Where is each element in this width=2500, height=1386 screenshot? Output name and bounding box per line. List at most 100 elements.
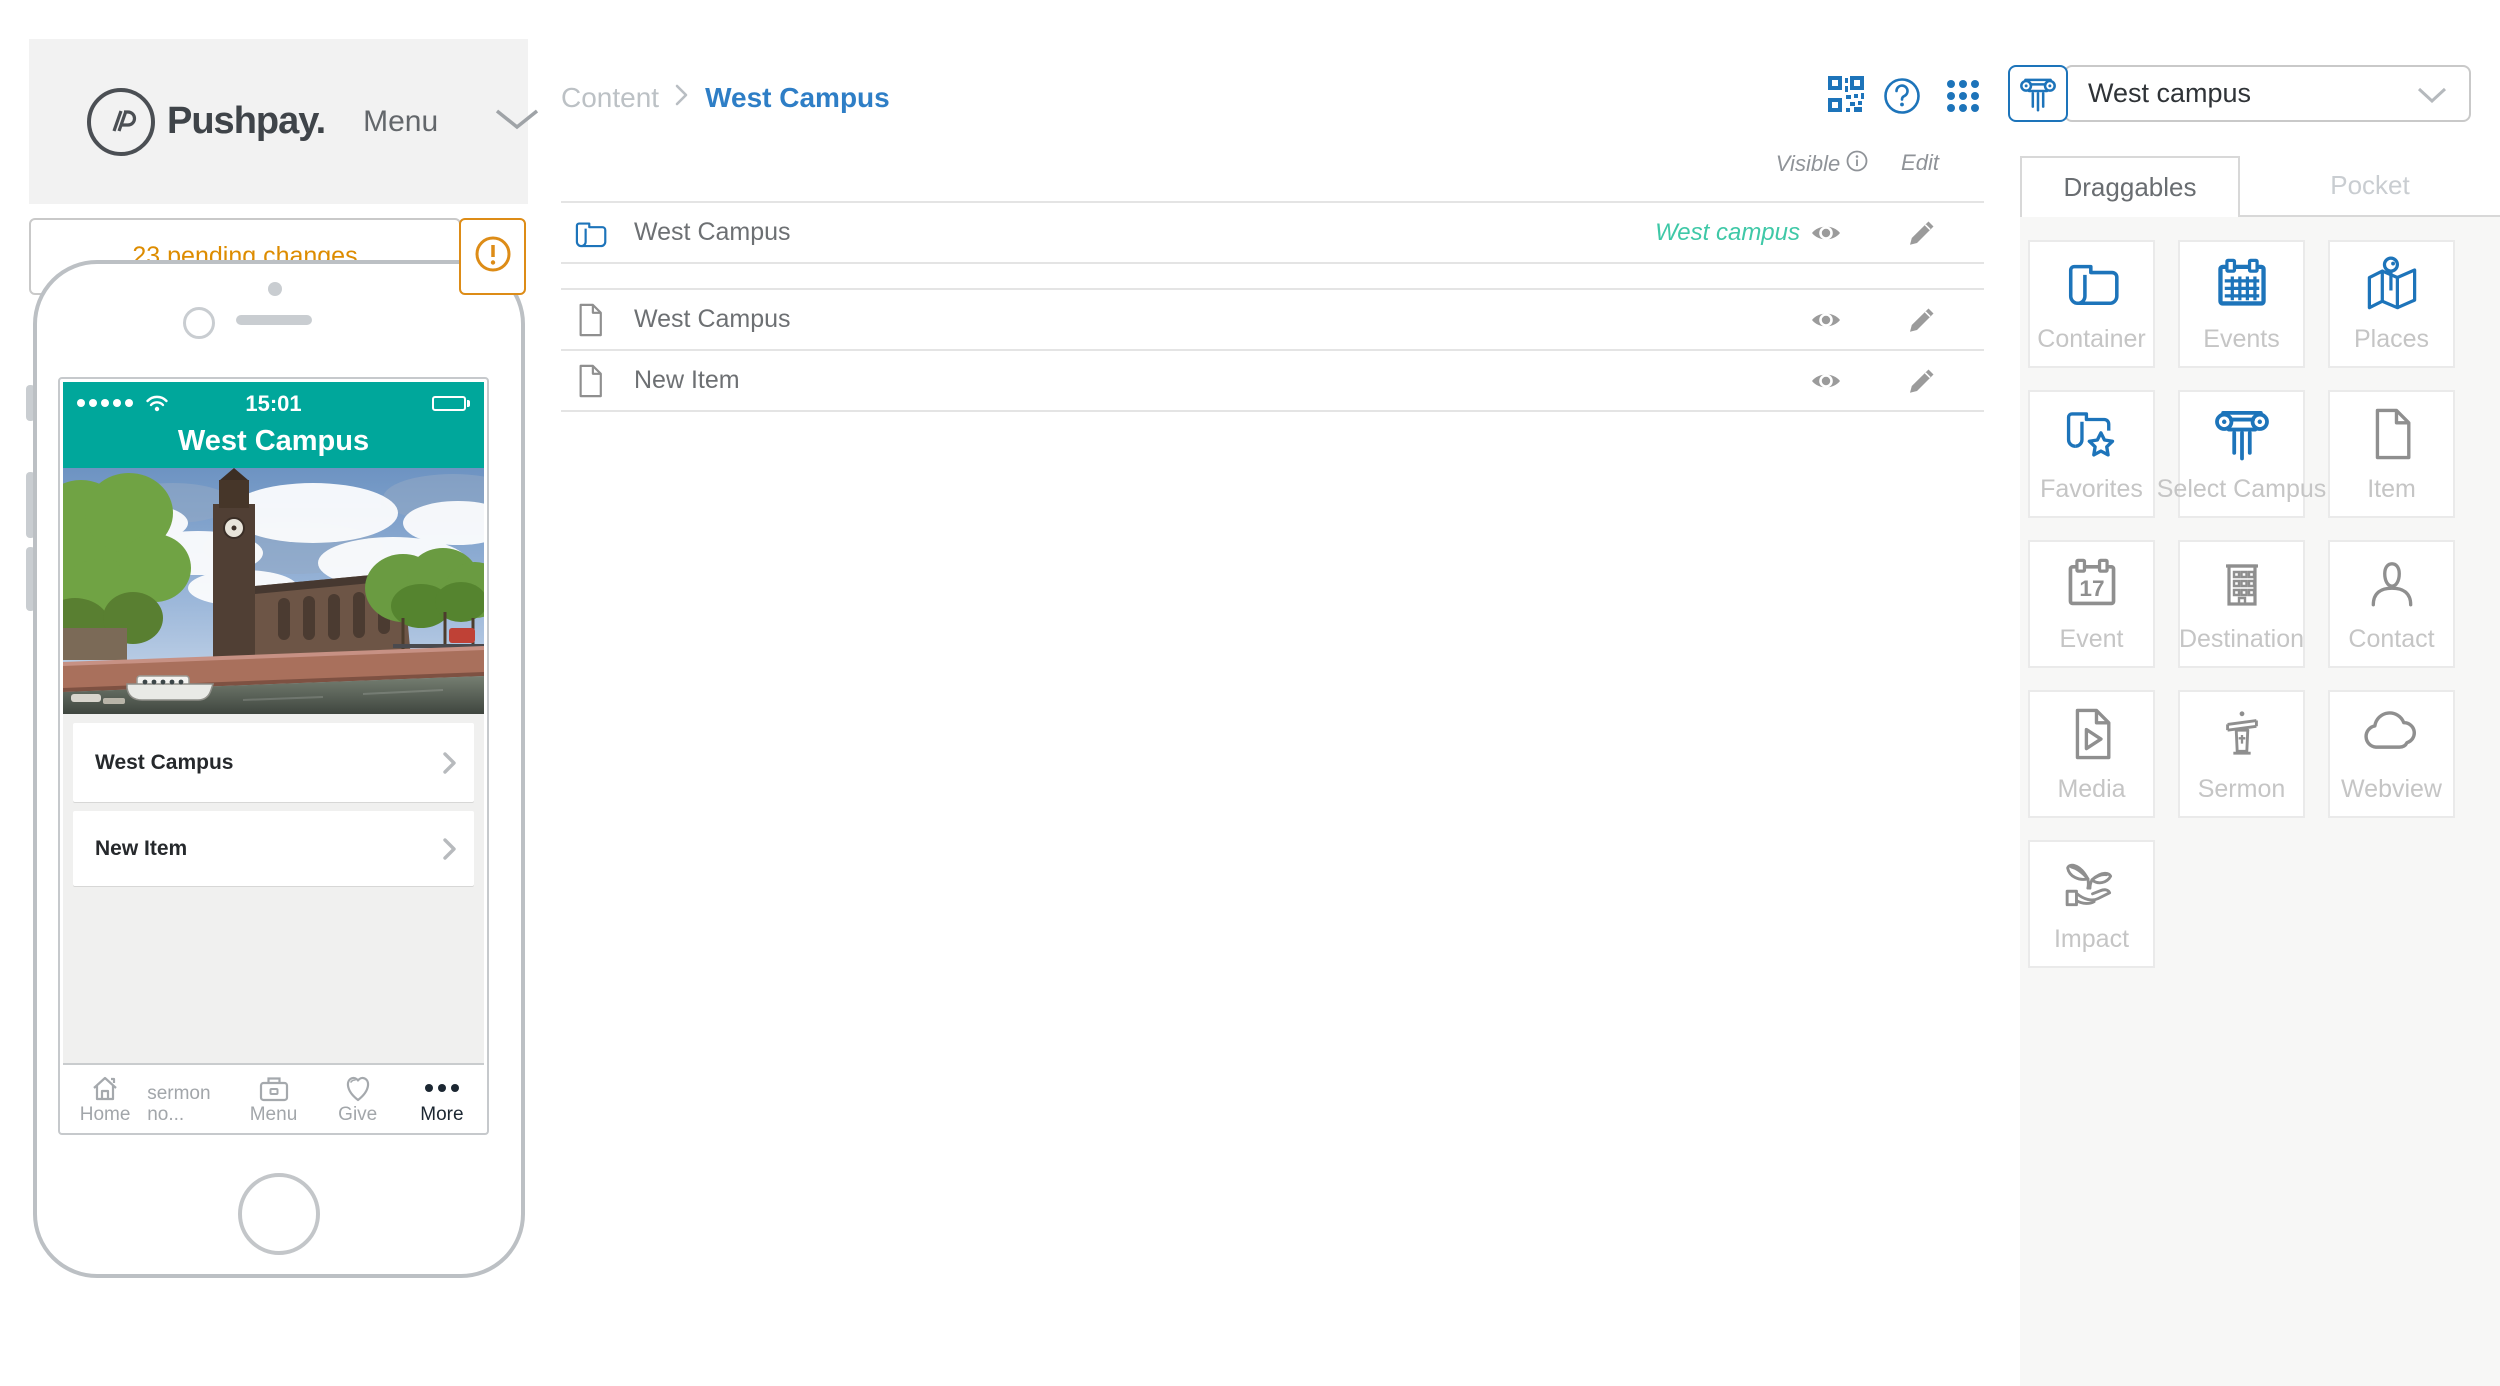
draggable-label: Media bbox=[2057, 775, 2126, 803]
ellipsis-icon bbox=[424, 1072, 460, 1104]
app-list-item[interactable]: New Item bbox=[73, 811, 474, 886]
briefcase-icon bbox=[257, 1072, 291, 1104]
app-header: 15:01 West Campus bbox=[63, 382, 484, 468]
pushpay-logo-icon bbox=[87, 87, 155, 156]
hand-leaves-icon bbox=[2030, 856, 2153, 912]
draggable-item[interactable]: Item bbox=[2328, 390, 2455, 518]
app-list-item[interactable]: West Campus bbox=[73, 723, 474, 802]
draggable-places[interactable]: Places bbox=[2328, 240, 2455, 368]
tab-draggables[interactable]: Draggables bbox=[2020, 156, 2240, 217]
tab-menu[interactable]: Menu bbox=[231, 1065, 315, 1130]
content-row-item[interactable]: New Item bbox=[561, 349, 1984, 410]
brand-menu-bar[interactable]: Pushpay. Menu bbox=[29, 39, 539, 204]
draggable-destination[interactable]: Destination bbox=[2178, 540, 2305, 668]
visible-header-label: Visible bbox=[1775, 151, 1841, 176]
content-row-folder[interactable]: West Campus West campus bbox=[561, 203, 1984, 262]
pending-alert-button[interactable] bbox=[459, 218, 526, 295]
tab-label: Give bbox=[338, 1104, 378, 1125]
app-grid-icon[interactable] bbox=[1946, 79, 1980, 118]
content-group: West Campus New Item bbox=[561, 288, 1984, 412]
draggable-label: Places bbox=[2353, 325, 2430, 353]
draggable-label: Select Campus bbox=[2156, 475, 2327, 503]
status-time: 15:01 bbox=[245, 391, 302, 416]
breadcrumb-content-link[interactable]: Content bbox=[561, 82, 659, 114]
tab-sermon-notes[interactable]: sermon no... bbox=[147, 1065, 231, 1130]
map-pin-icon bbox=[2330, 256, 2453, 312]
content-row-label: West Campus bbox=[634, 305, 791, 333]
campus-tag: West campus bbox=[1655, 218, 1800, 246]
building-icon bbox=[2180, 556, 2303, 610]
media-file-icon bbox=[2030, 706, 2153, 762]
folder-star-icon bbox=[2030, 406, 2153, 462]
tab-label: Draggables bbox=[2063, 172, 2197, 202]
calendar-day-icon: 17 bbox=[2030, 556, 2153, 610]
folder-icon bbox=[2030, 256, 2153, 308]
calendar-grid-icon bbox=[2180, 256, 2303, 310]
draggable-container[interactable]: Container bbox=[2028, 240, 2155, 368]
breadcrumb: Content West Campus bbox=[561, 82, 890, 114]
file-icon bbox=[2330, 406, 2453, 462]
info-icon[interactable] bbox=[1846, 150, 1868, 178]
app-content: West Campus New Item bbox=[63, 714, 484, 1063]
tab-pocket[interactable]: Pocket bbox=[2240, 156, 2500, 217]
chevron-right-icon bbox=[443, 751, 456, 774]
content-row-label: New Item bbox=[634, 366, 740, 394]
draggable-label: Sermon bbox=[2197, 775, 2286, 803]
visibility-eye-icon[interactable] bbox=[1810, 222, 1842, 249]
draggable-label: Impact bbox=[2053, 925, 2130, 953]
draggable-label: Favorites bbox=[2040, 475, 2143, 503]
file-icon bbox=[572, 363, 608, 399]
phone-camera-dot bbox=[268, 282, 282, 296]
draggable-impact[interactable]: Impact bbox=[2028, 840, 2155, 968]
draggable-label: Container bbox=[2037, 325, 2146, 353]
tab-label: Home bbox=[79, 1104, 131, 1125]
edit-header-label: Edit bbox=[1901, 150, 1939, 175]
draggable-media[interactable]: Media bbox=[2028, 690, 2155, 818]
draggables-grid: Container Events Places Favorites Select… bbox=[2028, 240, 2455, 968]
phone-home-button bbox=[238, 1173, 320, 1255]
status-bar: 15:01 bbox=[63, 382, 484, 416]
edit-pencil-icon[interactable] bbox=[1908, 367, 1936, 400]
draggable-favorites[interactable]: Favorites bbox=[2028, 390, 2155, 518]
content-row-item[interactable]: West Campus bbox=[561, 290, 1984, 349]
visibility-eye-icon[interactable] bbox=[1810, 309, 1842, 336]
person-icon bbox=[2330, 556, 2453, 610]
draggable-events[interactable]: Events bbox=[2178, 240, 2305, 368]
file-icon bbox=[572, 302, 608, 338]
draggable-contact[interactable]: Contact bbox=[2328, 540, 2455, 668]
edit-pencil-icon[interactable] bbox=[1908, 219, 1936, 252]
tab-give[interactable]: Give bbox=[316, 1065, 400, 1130]
column-icon bbox=[2180, 406, 2303, 462]
app-title: West Campus bbox=[177, 425, 370, 457]
tab-home[interactable]: Home bbox=[63, 1065, 147, 1130]
content-row-label: West Campus bbox=[634, 218, 791, 246]
content-group: West Campus West campus bbox=[561, 201, 1984, 264]
draggable-label: Event bbox=[2059, 625, 2124, 653]
pushpay-content-manager: Pushpay. Menu 23 pending changes 15:01 W… bbox=[0, 0, 2500, 1386]
help-icon[interactable] bbox=[1882, 76, 1922, 121]
menu-label[interactable]: Menu bbox=[363, 105, 438, 139]
draggables-body: Container Events Places Favorites Select… bbox=[2020, 217, 2500, 1386]
tab-label: More bbox=[420, 1104, 464, 1125]
tab-label: sermon no... bbox=[147, 1083, 211, 1125]
draggable-sermon[interactable]: Sermon bbox=[2178, 690, 2305, 818]
chevron-right-icon bbox=[443, 837, 456, 860]
heart-icon bbox=[342, 1072, 374, 1104]
cloud-icon bbox=[2330, 706, 2453, 754]
tab-label: Pocket bbox=[2330, 170, 2410, 200]
edit-column-header: Edit bbox=[1880, 150, 1960, 176]
draggable-webview[interactable]: Webview bbox=[2328, 690, 2455, 818]
edit-pencil-icon[interactable] bbox=[1908, 306, 1936, 339]
visibility-eye-icon[interactable] bbox=[1810, 370, 1842, 397]
phone-front-camera bbox=[183, 307, 215, 339]
chevron-down-icon[interactable] bbox=[494, 108, 540, 135]
tab-more[interactable]: More bbox=[400, 1065, 484, 1130]
breadcrumb-current-page: West Campus bbox=[705, 82, 890, 113]
folder-icon bbox=[572, 217, 608, 249]
qr-code-button[interactable] bbox=[1828, 76, 1864, 117]
pulpit-icon bbox=[2180, 706, 2303, 762]
column-icon bbox=[2008, 65, 2068, 122]
draggable-event[interactable]: 17 Event bbox=[2028, 540, 2155, 668]
draggable-select-campus[interactable]: Select Campus bbox=[2157, 390, 2326, 518]
home-icon bbox=[90, 1072, 120, 1104]
